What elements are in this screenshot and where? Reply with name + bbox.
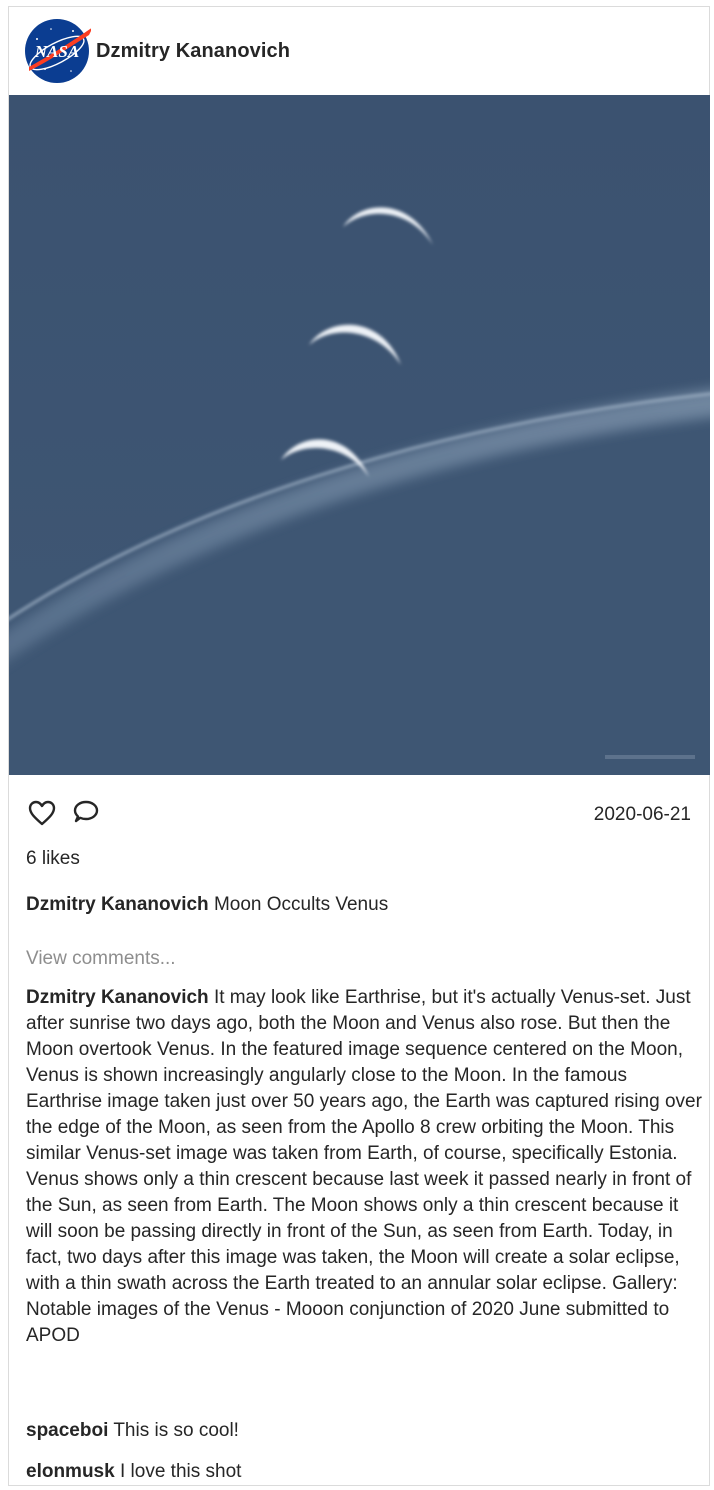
- comment-button[interactable]: [69, 797, 103, 829]
- post-card: NASA Dzmitry Kananovich 2020-06-21 6 lik…: [8, 6, 710, 1486]
- post-header: NASA Dzmitry Kananovich: [9, 7, 709, 95]
- nasa-logo-icon: NASA: [25, 19, 93, 83]
- post-date: 2020-06-21: [593, 804, 691, 825]
- nasa-logo-text: NASA: [34, 42, 79, 61]
- description-text: It may look like Earthrise, but it's act…: [26, 987, 702, 1346]
- comment-author[interactable]: elonmusk: [26, 1461, 115, 1482]
- post-description: Dzmitry Kananovich It may look like Eart…: [26, 985, 706, 1349]
- comment-text: This is so cool!: [113, 1420, 239, 1441]
- avatar[interactable]: NASA: [23, 17, 93, 85]
- post-actions: [25, 797, 103, 829]
- heart-icon: [28, 800, 56, 826]
- comment-item: elonmusk I love this shot: [26, 1461, 241, 1483]
- like-button[interactable]: [25, 797, 59, 829]
- view-comments-link[interactable]: View comments...: [26, 948, 176, 970]
- comment-author[interactable]: spaceboi: [26, 1420, 108, 1441]
- likes-count[interactable]: 6 likes: [26, 848, 80, 870]
- speech-bubble-icon: [73, 800, 99, 823]
- description-author[interactable]: Dzmitry Kananovich: [26, 987, 209, 1008]
- caption-author[interactable]: Dzmitry Kananovich: [26, 894, 209, 915]
- post-caption: Dzmitry Kananovich Moon Occults Venus: [26, 894, 388, 916]
- caption-title: Moon Occults Venus: [213, 894, 389, 915]
- comment-item: spaceboi This is so cool!: [26, 1420, 239, 1442]
- comment-text: I love this shot: [119, 1461, 242, 1482]
- post-image[interactable]: [9, 95, 710, 775]
- post-author-name[interactable]: Dzmitry Kananovich: [96, 40, 290, 63]
